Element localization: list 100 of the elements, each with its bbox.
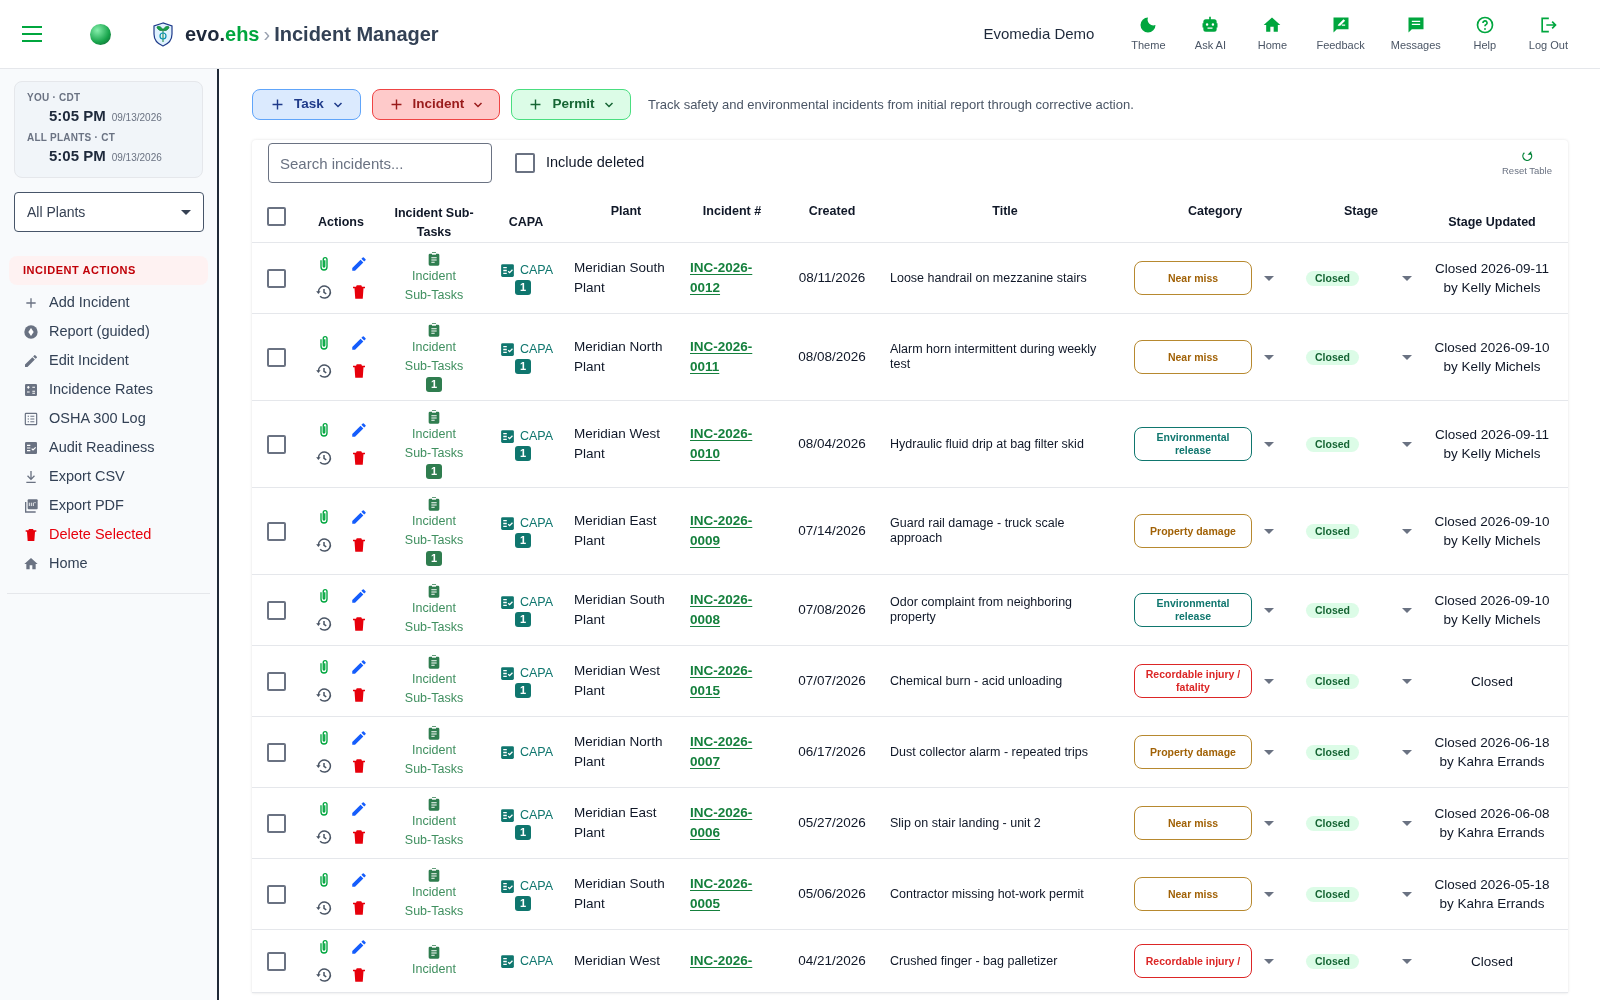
subtasks-link[interactable]: Incident Sub-Tasks [403, 322, 465, 376]
category-select[interactable]: Environmental release [1134, 427, 1252, 461]
stage-badge: Closed [1306, 349, 1359, 365]
count-badge: 1 [515, 533, 531, 549]
sidebar-item[interactable]: Report (guided) [7, 317, 210, 347]
record-number-link[interactable]: INC-2026-0007 [690, 731, 766, 773]
edit-button[interactable] [349, 658, 368, 676]
new-item-button[interactable]: Permit [511, 89, 631, 120]
plant-select[interactable]: All Plants [14, 192, 204, 232]
subtasks-link[interactable]: Incident [403, 943, 465, 979]
record-number-link[interactable]: INC-2026-0008 [690, 589, 766, 631]
category-select[interactable]: Recordable injury / [1134, 944, 1252, 978]
edit-button[interactable] [349, 871, 368, 889]
capa-link[interactable]: CAPA [498, 876, 554, 896]
history-button[interactable] [314, 536, 333, 554]
record-number-link[interactable]: INC-2026-0012 [690, 257, 766, 299]
checkbox[interactable] [266, 521, 286, 541]
nav-button[interactable]: Messages [1378, 14, 1453, 54]
category-select[interactable]: Environmental release [1134, 593, 1252, 627]
edit-button[interactable] [349, 334, 368, 352]
history-button[interactable] [314, 362, 333, 380]
checkbox[interactable] [266, 813, 286, 833]
record-number-link[interactable]: INC-2026-0009 [690, 510, 766, 552]
menu-button[interactable] [22, 26, 42, 42]
sidebar-item[interactable]: Add Incident [7, 288, 210, 318]
category-select[interactable]: Property damage [1134, 735, 1252, 769]
record-number-link[interactable]: INC-2026- [690, 950, 766, 972]
subtasks-link[interactable]: Incident Sub-Tasks [403, 251, 465, 305]
edit-button[interactable] [349, 729, 368, 747]
edit-button[interactable] [349, 421, 368, 439]
sidebar-item[interactable]: Export CSV [7, 462, 210, 492]
history-button[interactable] [314, 449, 333, 467]
subtasks-link[interactable]: Incident Sub-Tasks [403, 583, 465, 637]
category-select[interactable]: Near miss [1134, 806, 1252, 840]
subtasks-link[interactable]: Incident Sub-Tasks [403, 654, 465, 708]
category-select[interactable]: Recordable injury / fatality [1134, 664, 1252, 698]
capa-link[interactable]: CAPA [498, 663, 554, 683]
edit-button[interactable] [349, 255, 368, 273]
subtasks-link[interactable]: Incident Sub-Tasks [403, 725, 465, 779]
category-select[interactable]: Property damage [1134, 514, 1252, 548]
sidebar-item[interactable]: Home [7, 549, 210, 579]
capa-link[interactable]: CAPA [498, 951, 554, 971]
nav-button[interactable]: Home [1242, 14, 1303, 54]
history-button[interactable] [314, 757, 333, 775]
edit-button[interactable] [349, 587, 368, 605]
sidebar-item[interactable]: Audit Readiness [7, 433, 210, 463]
capa-link[interactable]: CAPA [498, 260, 554, 280]
capa-link[interactable]: CAPA [498, 339, 554, 359]
new-item-button[interactable]: Incident [372, 89, 500, 120]
checkbox[interactable] [266, 742, 286, 762]
subtasks-link[interactable]: Incident Sub-Tasks [403, 867, 465, 921]
capa-link[interactable]: CAPA [498, 742, 554, 762]
nav-button[interactable]: Log Out [1516, 14, 1580, 54]
created-date: 07/07/2026 [798, 671, 866, 690]
subtasks-link[interactable]: Incident Sub-Tasks [403, 496, 465, 550]
edit-button[interactable] [349, 800, 368, 818]
reset-table-button[interactable]: Reset Table [1502, 149, 1552, 179]
sidebar-item[interactable]: OSHA 300 Log [7, 404, 210, 434]
subtasks-link[interactable]: Incident Sub-Tasks [403, 796, 465, 850]
column-header: Incident Sub-Tasks [393, 204, 475, 241]
checkbox[interactable] [266, 951, 286, 971]
checkbox[interactable] [266, 884, 286, 904]
checkbox[interactable] [266, 600, 286, 620]
sidebar-item[interactable]: Delete Selected [7, 520, 210, 550]
history-button[interactable] [314, 686, 333, 704]
history-button[interactable] [314, 828, 333, 846]
checkbox[interactable] [266, 347, 286, 367]
record-number-link[interactable]: INC-2026-0011 [690, 336, 766, 378]
checkbox[interactable] [266, 671, 286, 691]
record-number-link[interactable]: INC-2026-0005 [690, 873, 766, 915]
history-button[interactable] [314, 283, 333, 301]
checkbox[interactable] [266, 268, 286, 288]
sidebar-item[interactable]: Edit Incident [7, 346, 210, 376]
history-button[interactable] [314, 615, 333, 633]
record-number-link[interactable]: INC-2026-0015 [690, 660, 766, 702]
history-button[interactable] [314, 966, 333, 984]
nav-button[interactable]: Theme [1118, 14, 1179, 54]
new-item-button[interactable]: Task [252, 89, 361, 120]
capa-link[interactable]: CAPA [498, 805, 554, 825]
sidebar-item[interactable]: Incidence Rates [7, 375, 210, 405]
search-field[interactable]: Search incidents... [268, 143, 492, 183]
history-button[interactable] [314, 899, 333, 917]
category-select[interactable]: Near miss [1134, 877, 1252, 911]
edit-button[interactable] [349, 508, 368, 526]
capa-link[interactable]: CAPA [498, 426, 554, 446]
nav-button[interactable]: Feedback [1304, 14, 1377, 54]
edit-button[interactable] [349, 938, 368, 956]
record-number-link[interactable]: INC-2026-0010 [690, 423, 766, 465]
nav-button[interactable]: Ask AI [1180, 14, 1241, 54]
checkbox[interactable] [266, 207, 286, 226]
subtasks-link[interactable]: Incident Sub-Tasks [403, 409, 465, 463]
category-select[interactable]: Near miss [1134, 340, 1252, 374]
capa-link[interactable]: CAPA [498, 592, 554, 612]
checkbox[interactable] [266, 434, 286, 454]
sidebar-item[interactable]: Export PDF [7, 491, 210, 521]
checkbox[interactable] [515, 153, 535, 173]
capa-link[interactable]: CAPA [498, 513, 554, 533]
category-select[interactable]: Near miss [1134, 261, 1252, 295]
nav-button[interactable]: Help [1454, 14, 1515, 54]
record-number-link[interactable]: INC-2026-0006 [690, 802, 766, 844]
